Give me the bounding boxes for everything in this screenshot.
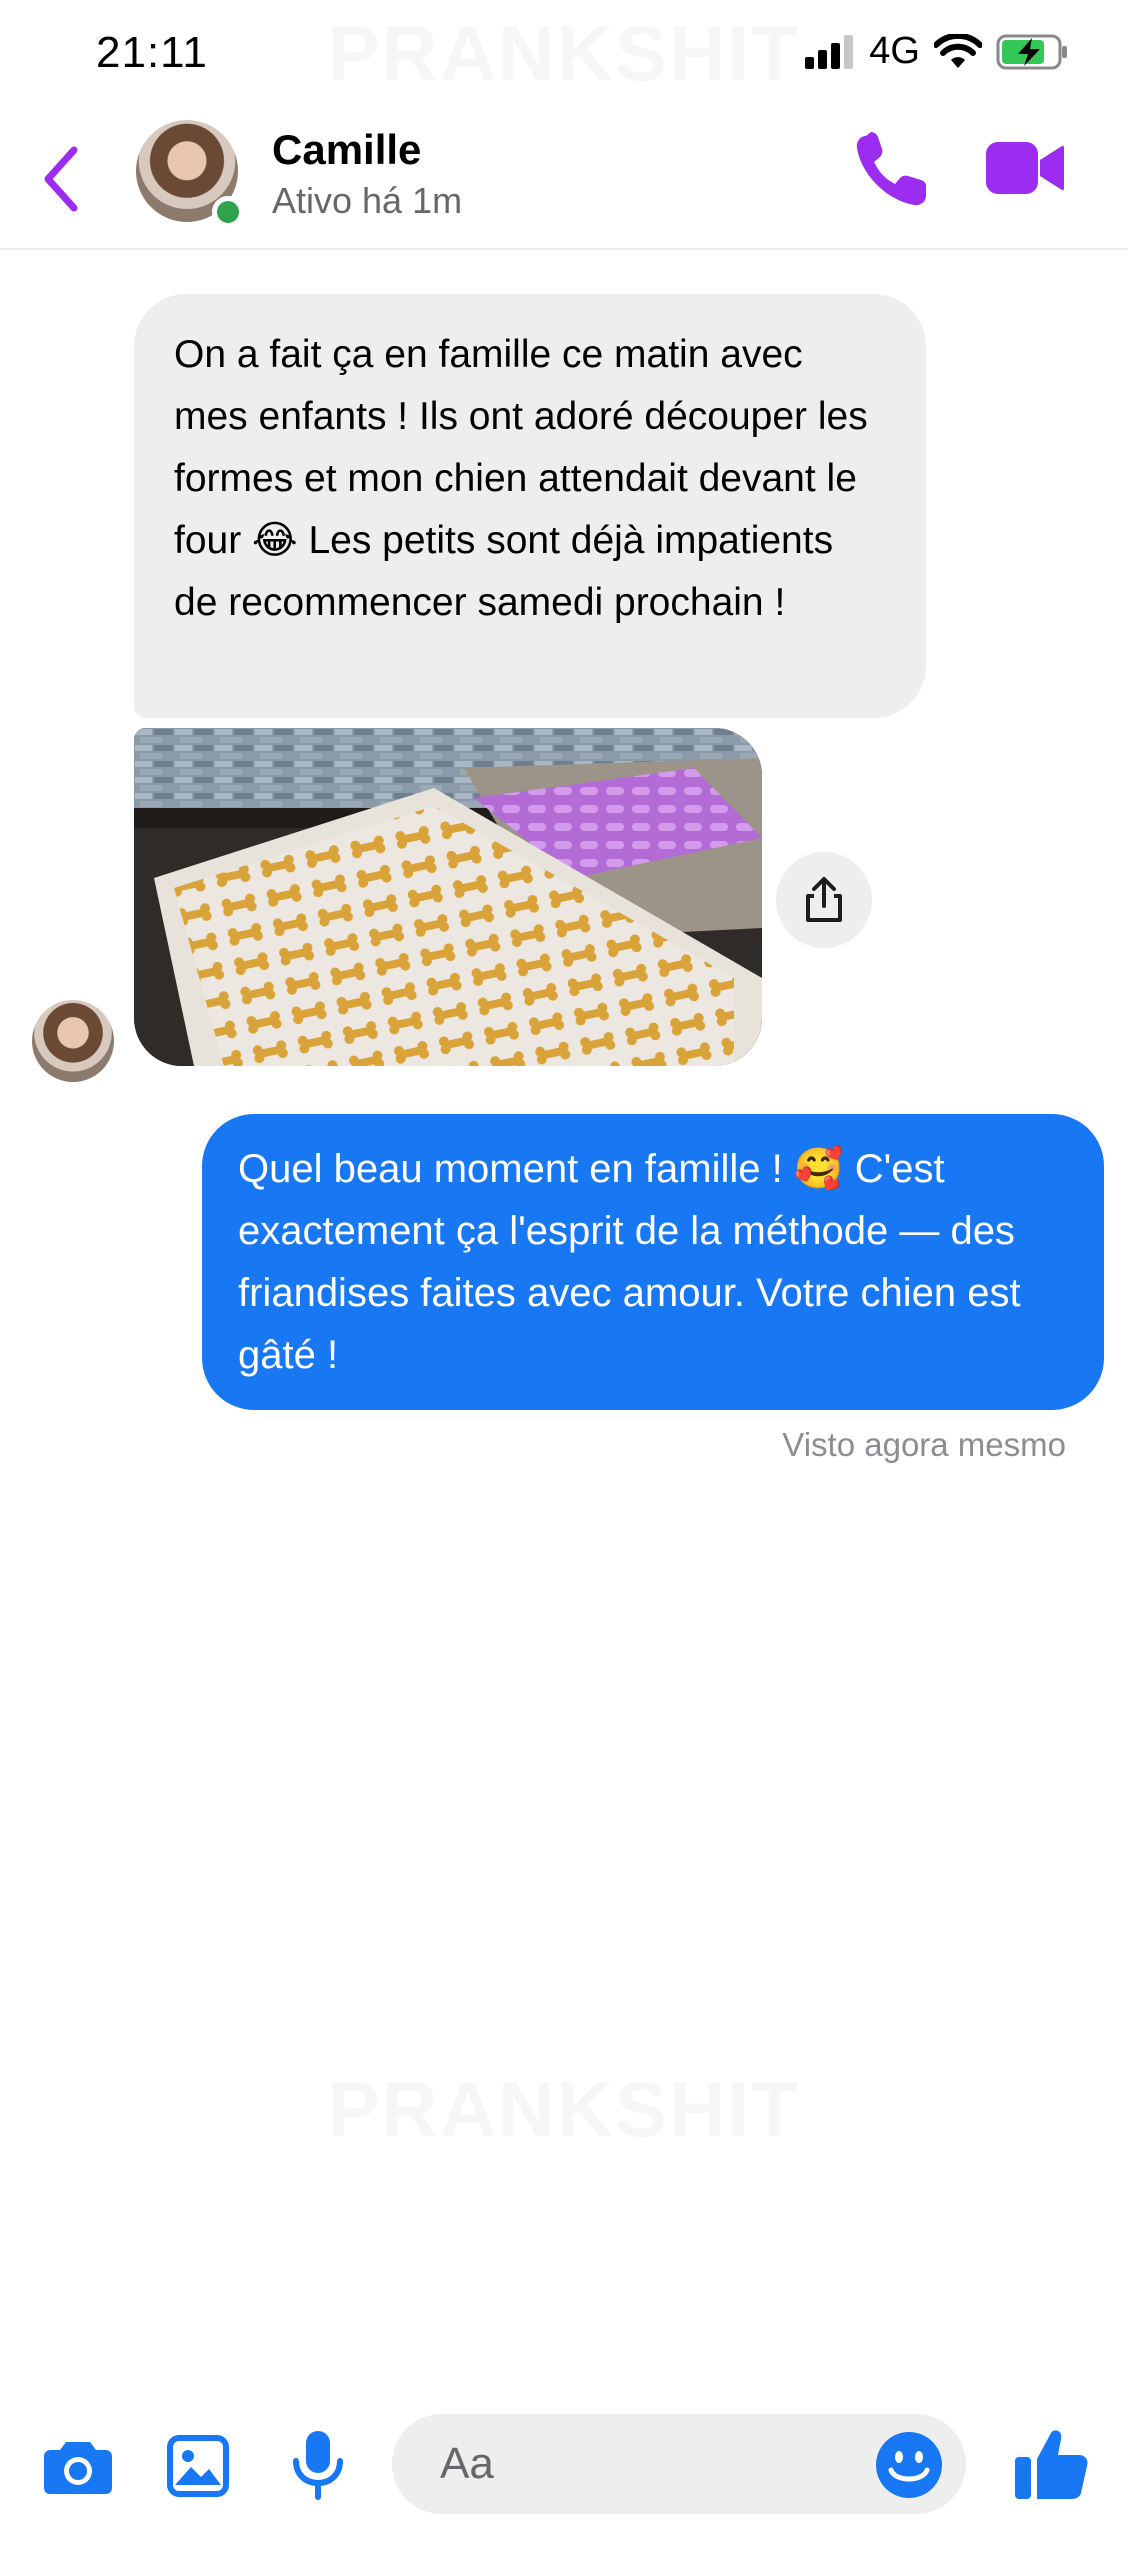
incoming-message-bubble[interactable]: On a fait ça en famille ce matin avec me… — [134, 294, 926, 718]
network-type: 4G — [869, 30, 920, 72]
chat-header: Camille Ativo há 1m — [0, 110, 1128, 250]
contact-name[interactable]: Camille — [272, 126, 421, 174]
wifi-icon — [934, 33, 982, 68]
outgoing-message-bubble[interactable]: Quel beau moment en famille ! 🥰 C'est ex… — [202, 1114, 1104, 1410]
camera-icon — [44, 2442, 112, 2494]
video-call-icon[interactable] — [986, 136, 1064, 200]
share-button[interactable] — [776, 852, 872, 948]
phone-call-icon[interactable] — [852, 130, 932, 210]
share-icon — [806, 877, 842, 922]
gallery-button[interactable] — [160, 2428, 236, 2504]
microphone-icon — [293, 2431, 343, 2500]
status-indicators: 4G — [805, 30, 1068, 73]
message-input[interactable] — [440, 2432, 840, 2496]
message-input-wrapper — [392, 2414, 966, 2514]
shared-photo-dog-treats[interactable] — [134, 728, 762, 1066]
thumbs-up-icon — [1015, 2430, 1088, 2499]
image-gallery-icon — [167, 2435, 229, 2497]
contact-active-status: Ativo há 1m — [272, 180, 463, 221]
voice-message-button[interactable] — [280, 2428, 356, 2504]
watermark-bottom: PRANKSHIT — [0, 2064, 1128, 2155]
battery-charging-icon — [996, 34, 1067, 69]
signal-icon — [805, 34, 854, 69]
camera-button[interactable] — [40, 2428, 116, 2504]
dog-treats-photo-image — [134, 728, 762, 1066]
emoji-icon[interactable] — [874, 2430, 944, 2500]
message-composer — [0, 2400, 1128, 2530]
online-status-dot — [212, 196, 244, 228]
back-chevron-icon[interactable] — [30, 134, 90, 224]
status-bar: 21:11 4G — [0, 0, 1128, 110]
like-button[interactable] — [1008, 2422, 1094, 2508]
status-time: 21:11 — [96, 28, 208, 77]
seen-receipt: Visto agora mesmo — [782, 1426, 1066, 1463]
sender-avatar[interactable] — [32, 1000, 114, 1082]
